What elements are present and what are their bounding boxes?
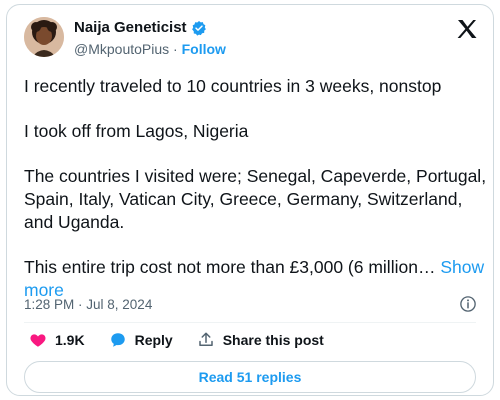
share-icon — [198, 332, 213, 346]
tweet-paragraph: The countries I visited were; Senegal, C… — [24, 166, 487, 232]
info-icon[interactable] — [459, 295, 477, 313]
like-button[interactable]: 1.9K — [29, 331, 85, 349]
divider — [24, 322, 476, 323]
avatar[interactable] — [24, 17, 64, 57]
tweet-card: Naija Geneticist @MkpoutoPius · Follow I… — [6, 4, 494, 396]
tweet-text: I recently traveled to 10 countries in 3… — [24, 75, 494, 302]
reply-label: Reply — [134, 332, 173, 348]
author-name[interactable]: Naija Geneticist — [74, 19, 187, 36]
x-logo-icon[interactable] — [455, 17, 479, 41]
timestamp[interactable]: 1:28 PM · Jul 8, 2024 — [24, 297, 152, 312]
follow-button[interactable]: Follow — [182, 41, 226, 57]
reply-button[interactable]: Reply — [109, 331, 173, 349]
tweet-paragraph: I took off from Lagos, Nigeria — [24, 121, 249, 141]
tweet-paragraph-truncated: This entire trip cost not more than £3,0… — [24, 256, 494, 302]
share-button[interactable]: Share this post — [197, 331, 324, 349]
share-label: Share this post — [222, 332, 324, 348]
author-handle[interactable]: @MkpoutoPius — [74, 41, 169, 57]
action-bar: 1.9K Reply Share this post — [29, 331, 348, 349]
avatar-image — [24, 17, 64, 57]
tweet-paragraph: I recently traveled to 10 countries in 3… — [24, 76, 442, 96]
read-replies-button[interactable]: Read 51 replies — [24, 361, 476, 393]
like-count: 1.9K — [55, 332, 85, 348]
speech-bubble-icon — [110, 333, 125, 347]
separator-dot: · — [173, 41, 178, 57]
author-name-row: Naija Geneticist — [74, 19, 207, 36]
handle-row: @MkpoutoPius · Follow — [74, 41, 226, 57]
tweet-paragraph: This entire trip cost not more than £3,0… — [24, 257, 436, 277]
verified-badge-icon — [191, 20, 206, 36]
heart-icon — [30, 334, 46, 347]
